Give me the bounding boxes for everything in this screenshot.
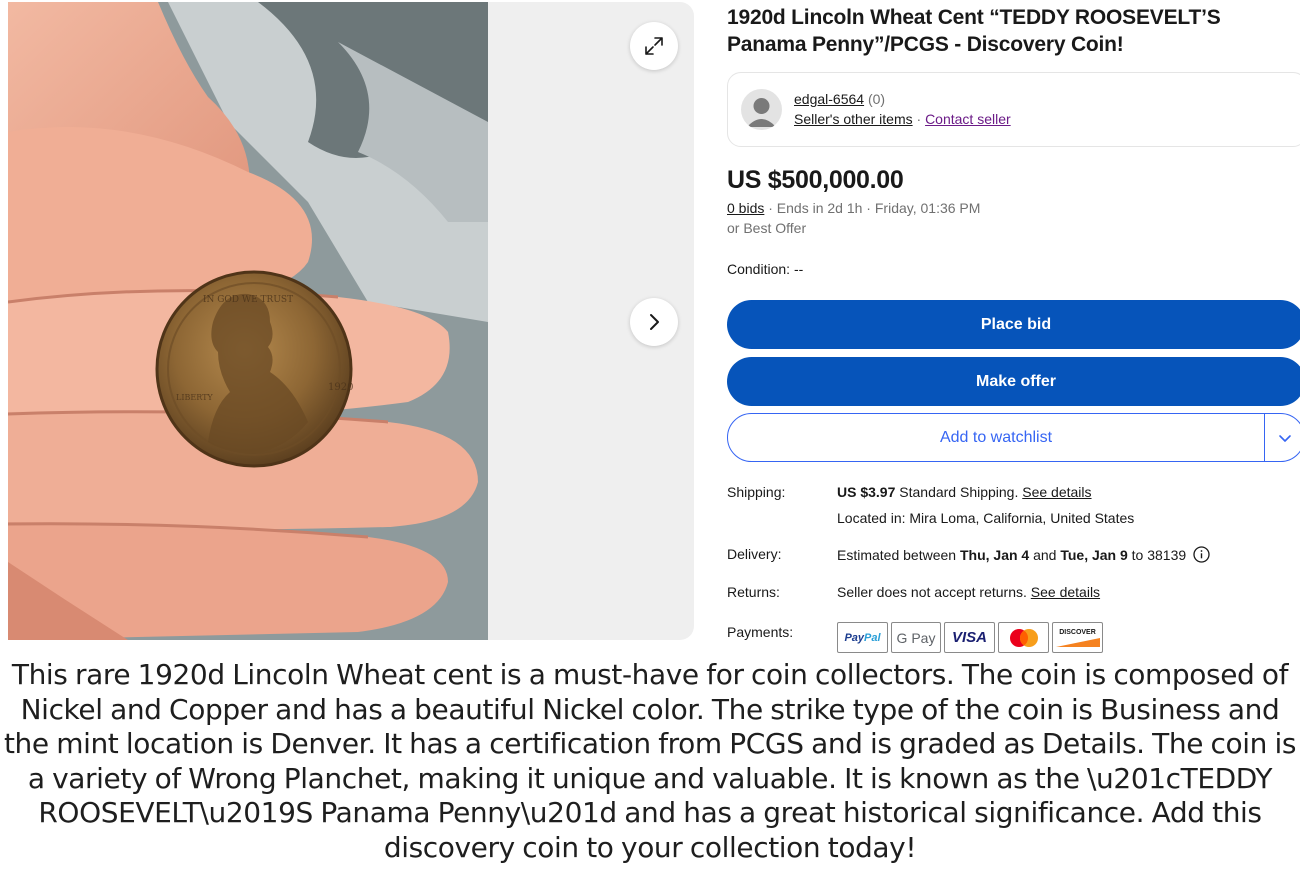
- condition-label: Condition:: [727, 261, 791, 277]
- auction-ends-text: · Ends in 2d 1h · Friday, 01:36 PM: [768, 200, 981, 216]
- seller-feedback-score: (0): [867, 91, 886, 107]
- expand-image-button[interactable]: [630, 22, 678, 70]
- svg-text:1920: 1920: [328, 382, 353, 393]
- contact-seller-link[interactable]: Contact seller: [925, 111, 1011, 127]
- returns-label: Returns:: [727, 584, 780, 600]
- condition-line: Condition: --: [727, 261, 803, 277]
- next-image-button[interactable]: [630, 298, 678, 346]
- bids-line: 0 bids · Ends in 2d 1h · Friday, 01:36 P…: [727, 200, 980, 216]
- delivery-prefix: Estimated between: [837, 547, 960, 563]
- payment-methods: Pay Pal G Pay VISA DISCOVER: [837, 622, 1103, 653]
- product-photo[interactable]: IN GOD WE TRUST 1920 LIBERTY: [8, 2, 488, 640]
- place-bid-button[interactable]: Place bid: [727, 300, 1300, 349]
- delivery-value: Estimated between Thu, Jan 4 and Tue, Ja…: [837, 546, 1210, 563]
- discover-icon: DISCOVER: [1052, 622, 1103, 653]
- chevron-right-icon: [650, 314, 659, 330]
- delivery-end-date: Tue, Jan 9: [1060, 547, 1128, 563]
- visa-icon: VISA: [944, 622, 995, 653]
- chevron-down-icon: [1278, 434, 1291, 442]
- bids-count-link[interactable]: 0 bids: [727, 200, 764, 216]
- google-pay-icon: G Pay: [891, 622, 941, 653]
- person-icon: [747, 98, 776, 127]
- paypal-text-a: Pay: [844, 631, 865, 644]
- add-to-watchlist-button[interactable]: Add to watchlist: [728, 414, 1264, 461]
- mastercard-circles-icon: [1009, 628, 1038, 647]
- shipping-method: Standard Shipping.: [895, 484, 1023, 500]
- paypal-text-b: Pal: [864, 631, 881, 644]
- expand-arrows-icon: [645, 37, 663, 55]
- returns-value: Seller does not accept returns. See deta…: [837, 584, 1100, 600]
- svg-text:IN GOD WE TRUST: IN GOD WE TRUST: [203, 295, 293, 305]
- shipping-label: Shipping:: [727, 484, 786, 500]
- item-description: This rare 1920d Lincoln Wheat cent is a …: [3, 658, 1297, 864]
- seller-username-link[interactable]: edgal-6564: [794, 91, 864, 107]
- separator-dot: ·: [916, 111, 922, 127]
- coin-in-hand-image: IN GOD WE TRUST 1920 LIBERTY: [8, 2, 488, 640]
- mastercard-icon: [998, 622, 1049, 653]
- listing-details: 1920d Lincoln Wheat Cent “TEDDY ROOSEVEL…: [727, 0, 1300, 653]
- delivery-start-date: Thu, Jan 4: [959, 547, 1030, 563]
- seller-card: edgal-6564 (0) Seller's other items · Co…: [727, 72, 1300, 147]
- seller-name-line: edgal-6564 (0): [794, 91, 885, 107]
- discover-stripe-icon: [1055, 637, 1100, 647]
- payments-label: Payments:: [727, 624, 794, 640]
- make-offer-button[interactable]: Make offer: [727, 357, 1300, 406]
- image-gallery: IN GOD WE TRUST 1920 LIBERTY: [8, 2, 694, 640]
- shipping-see-details-link[interactable]: See details: [1022, 484, 1091, 500]
- delivery-label: Delivery:: [727, 546, 782, 562]
- delivery-zip: to 38139: [1127, 547, 1187, 563]
- delivery-and: and: [1029, 547, 1061, 563]
- watchlist-control: Add to watchlist: [727, 413, 1300, 462]
- condition-value: --: [793, 261, 804, 277]
- shipping-value: US $3.97 Standard Shipping. See details: [837, 484, 1092, 500]
- watchlist-dropdown-button[interactable]: [1264, 414, 1300, 461]
- discover-text: DISCOVER: [1059, 628, 1096, 636]
- info-icon[interactable]: [1193, 546, 1210, 563]
- returns-text: Seller does not accept returns.: [837, 584, 1031, 600]
- svg-text:LIBERTY: LIBERTY: [176, 393, 213, 402]
- price-amount: US $500,000.00: [727, 166, 904, 194]
- item-location: Located in: Mira Loma, California, Unite…: [837, 510, 1135, 526]
- best-offer-text: or Best Offer: [727, 220, 807, 236]
- paypal-icon: Pay Pal: [837, 622, 888, 653]
- seller-other-items-link[interactable]: Seller's other items: [794, 111, 913, 127]
- seller-links: Seller's other items · Contact seller: [794, 111, 1011, 127]
- seller-avatar[interactable]: [741, 89, 782, 130]
- returns-see-details-link[interactable]: See details: [1031, 584, 1100, 600]
- shipping-cost: US $3.97: [837, 484, 896, 500]
- listing-title: 1920d Lincoln Wheat Cent “TEDDY ROOSEVEL…: [727, 6, 1221, 56]
